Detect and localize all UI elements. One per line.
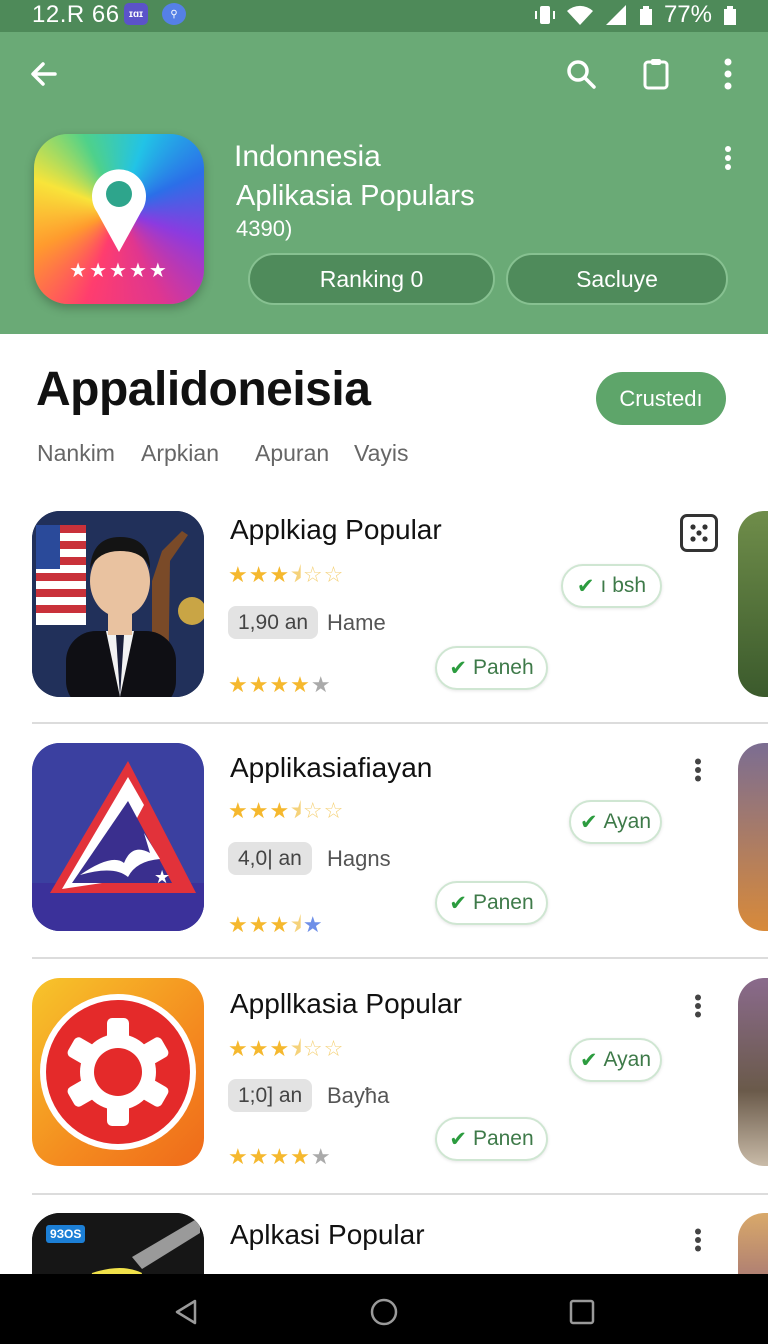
map-pin-icon: [92, 169, 146, 252]
wifi-icon: [566, 5, 593, 26]
check-icon: ✔: [449, 891, 467, 915]
tab-arpkian[interactable]: Arpkian: [141, 440, 219, 467]
battery-icon: [724, 6, 736, 25]
chip-label: Panen: [472, 1127, 534, 1150]
chip-label: Ayan: [603, 1048, 652, 1071]
app-rating-3: ★★★⯨☆☆: [228, 1036, 345, 1061]
row-divider: [32, 957, 768, 959]
search-icon[interactable]: [561, 54, 601, 94]
app-size-3: 1;0] an: [228, 1079, 313, 1112]
peek-card-3[interactable]: [738, 978, 768, 1166]
chip-label: Paneh: [472, 656, 534, 679]
status-bar: 12.R 66 ɪɑɪ ⚲ 77%: [0, 0, 768, 32]
battery-small-icon: [639, 6, 652, 25]
app-size-2: 4,0| an: [228, 842, 312, 875]
battery-percent: 77%: [663, 1, 712, 28]
app-rating-2: ★★★⯨☆☆: [228, 798, 345, 823]
thumb-badge: 9ЗОS: [46, 1225, 86, 1243]
signal-icon: [605, 5, 626, 25]
more-vert-icon[interactable]: [688, 992, 708, 1020]
app-category-1: Hame: [327, 610, 386, 635]
chip-label: Panen: [472, 891, 534, 914]
app-rating-1: ★★★⯨☆☆: [228, 562, 345, 587]
ranking-button[interactable]: Ranking 0: [248, 253, 495, 305]
app-icon-3[interactable]: [32, 978, 204, 1166]
app-rating-secondary-3: ★★★★★: [228, 1144, 332, 1169]
tab-apuran[interactable]: Apuran: [255, 440, 329, 467]
app-chip-1b[interactable]: ✔ Paneh: [435, 646, 548, 690]
dice-icon[interactable]: [680, 514, 718, 552]
sim-card-icon: ɪɑɪ: [124, 3, 148, 25]
app-chip-2b[interactable]: ✔ Panen: [435, 881, 548, 925]
sim-call-icon: ⚲: [162, 3, 186, 25]
app-icon-1[interactable]: [32, 511, 204, 697]
app-name-3[interactable]: Appllkasia Popular: [230, 988, 462, 1020]
peek-card-2[interactable]: [738, 743, 768, 931]
check-icon: ✔: [449, 1127, 467, 1151]
row-divider: [32, 1193, 768, 1195]
tab-vayis[interactable]: Vayis: [354, 440, 409, 467]
header-subtitle: Aplikasia Populars: [236, 180, 475, 212]
nav-recents-icon[interactable]: [562, 1292, 602, 1332]
app-name-4[interactable]: Aplkasi Popular: [230, 1219, 425, 1251]
app-chip-3b[interactable]: ✔ Panen: [435, 1117, 548, 1161]
section-action-button[interactable]: Crustedı: [596, 372, 726, 425]
tab-nankim[interactable]: Nankim: [37, 440, 115, 467]
more-vert-icon[interactable]: [688, 756, 708, 784]
header-more-icon[interactable]: [716, 144, 740, 172]
chip-label: Ayan: [603, 810, 652, 833]
svg-text:★: ★: [154, 867, 170, 888]
app-chip-1a[interactable]: ✔ ı bsh: [561, 564, 662, 608]
check-icon: ✔: [449, 656, 467, 680]
status-right-group: 77%: [534, 1, 738, 29]
header-count: 4390): [236, 216, 293, 241]
more-vert-icon[interactable]: [716, 54, 740, 94]
row-divider: [32, 722, 768, 724]
app-category-2: Hagns: [327, 846, 391, 871]
status-time: 12.R 66: [32, 1, 120, 28]
section-title: Appalidoneisia: [36, 363, 371, 416]
app-chip-3a[interactable]: ✔ Ayan: [569, 1038, 662, 1082]
app-chip-2a[interactable]: ✔ Ayan: [569, 800, 662, 844]
back-arrow-icon[interactable]: [24, 54, 64, 94]
app-rating-secondary-1: ★★★★★: [228, 672, 332, 697]
clipboard-icon[interactable]: [636, 54, 676, 94]
check-icon: ✔: [579, 1048, 598, 1072]
app-name-1[interactable]: Applkiag Popular: [230, 514, 442, 546]
app-rating-secondary-2: ★★★⯨★: [228, 912, 324, 937]
app-name-2[interactable]: Applikasiafiayan: [230, 752, 432, 784]
app-category-3: Bayħa: [327, 1083, 390, 1108]
app-size-1: 1,90 an: [228, 606, 319, 639]
peek-card-1[interactable]: [738, 511, 768, 697]
check-icon: ✔: [579, 810, 598, 834]
check-icon: ✔: [576, 574, 595, 598]
nav-home-icon[interactable]: [364, 1292, 404, 1332]
more-vert-icon[interactable]: [688, 1226, 708, 1254]
nav-back-icon[interactable]: [166, 1292, 206, 1332]
system-nav-bar: [0, 1274, 768, 1344]
app-icon-2[interactable]: ★: [32, 743, 204, 931]
vibrate-icon: [534, 6, 555, 24]
header-title: Indonnesia: [234, 140, 381, 173]
featured-stars: ★★★★★: [69, 260, 169, 282]
chip-label: ı bsh: [600, 574, 647, 597]
secondary-button[interactable]: Sacluye: [506, 253, 728, 305]
